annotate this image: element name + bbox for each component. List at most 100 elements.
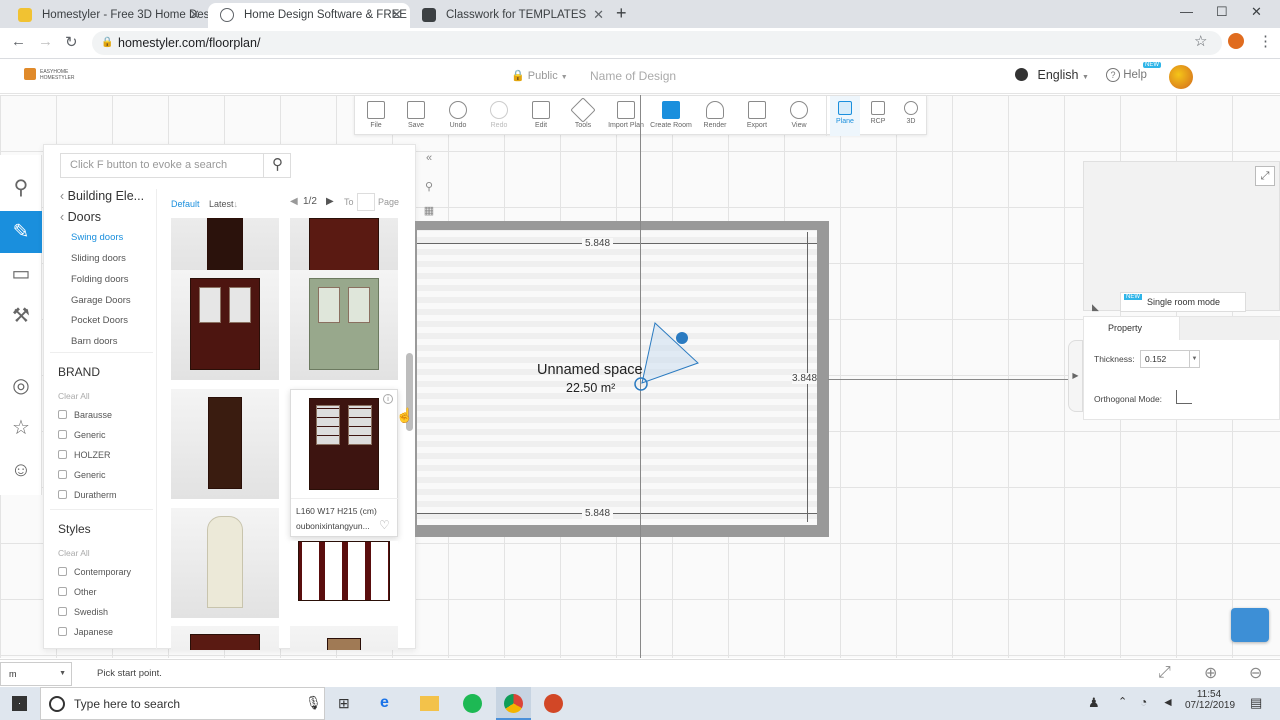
checkbox[interactable]	[58, 470, 67, 479]
chat-support-icon[interactable]	[1231, 608, 1269, 642]
expand-preview-icon[interactable]: ⤢	[1255, 166, 1275, 186]
tab-property[interactable]: Property	[1084, 317, 1180, 340]
subcategory-pocket-doors[interactable]: Pocket Doors	[71, 315, 128, 326]
edit-button[interactable]: Edit	[520, 96, 562, 136]
brand-checkbox[interactable]: Generic	[58, 430, 106, 440]
zoom-in-icon[interactable]: ⊕	[1204, 663, 1217, 683]
style-checkbox[interactable]: Swedish	[58, 607, 108, 617]
people-icon[interactable]: ♟	[1088, 695, 1100, 711]
browser-tab[interactable]: Homestyler - Free 3D Home Desi... ✕	[6, 3, 208, 28]
next-page-icon[interactable]: ▶	[326, 196, 334, 207]
bookmark-star-icon[interactable]: ☆	[1194, 32, 1207, 50]
brand-checkbox[interactable]: HOLZER	[58, 450, 111, 460]
show-hidden-icons-icon[interactable]: ⌃	[1118, 695, 1127, 708]
product-card[interactable]	[171, 218, 279, 278]
favorites-rail-button[interactable]: ☆	[0, 407, 42, 449]
browser-tab-active[interactable]: Home Design Software & FREE Fl... ✕	[208, 3, 410, 28]
close-tab-icon[interactable]: ✕	[593, 3, 604, 27]
account-rail-button[interactable]: ☺	[0, 449, 42, 491]
close-window-button[interactable]: ✕	[1251, 4, 1262, 20]
info-icon[interactable]: i	[383, 394, 393, 404]
subcategory-folding-doors[interactable]: Folding doors	[71, 274, 129, 285]
furniture-rail-button[interactable]: ▭	[0, 253, 42, 295]
favorite-heart-icon[interactable]: ♡	[379, 518, 390, 532]
prev-page-icon[interactable]: ◀	[290, 196, 298, 207]
sort-latest[interactable]: Latest↓	[209, 199, 238, 209]
import-plan-button[interactable]: Import Plan	[604, 96, 648, 136]
build-rail-button[interactable]: ✎	[0, 211, 42, 253]
checkbox[interactable]	[58, 430, 67, 439]
new-tab-button[interactable]: +	[616, 3, 627, 24]
brand-checkbox[interactable]: Barausse	[58, 410, 112, 420]
subcategory-barn-doors[interactable]: Barn doors	[71, 336, 117, 347]
product-card[interactable]	[171, 508, 279, 618]
sort-default[interactable]: Default	[171, 199, 200, 209]
breadcrumb-parent[interactable]: ‹ Building Ele...	[60, 189, 144, 203]
microphone-icon[interactable]: 🎙	[305, 695, 322, 711]
redo-button[interactable]: Redo	[478, 96, 520, 136]
file-explorer-icon[interactable]	[420, 696, 439, 711]
rcp-view-button[interactable]: RCP	[863, 96, 893, 136]
checkbox[interactable]	[58, 450, 67, 459]
product-card-hovered[interactable]: i L160 W17 H215 (cm) oubonixintangyun...…	[290, 389, 399, 537]
reload-icon[interactable]: ↻	[65, 33, 78, 51]
subcategory-sliding-doors[interactable]: Sliding doors	[71, 253, 126, 264]
browser-menu-icon[interactable]: ⋮	[1258, 32, 1273, 50]
brand-checkbox[interactable]: Generic	[58, 470, 106, 480]
collapse-property-icon[interactable]: ▶	[1068, 340, 1083, 412]
product-card[interactable]	[171, 626, 279, 650]
checkbox[interactable]	[58, 410, 67, 419]
edge-icon[interactable]: e	[380, 694, 389, 712]
notifications-icon[interactable]: ▤	[1250, 695, 1262, 711]
taskbar-search-box[interactable]: Type here to search 🎙	[40, 687, 325, 720]
catalog-search-input[interactable]: Click F button to evoke a search	[60, 153, 291, 178]
maximize-button[interactable]: ☐	[1216, 4, 1228, 20]
product-card[interactable]	[171, 389, 279, 499]
brand-checkbox[interactable]: Duratherm	[58, 490, 117, 500]
unit-selector[interactable]: m ▼	[0, 662, 72, 686]
fit-screen-icon[interactable]: ⤢	[1158, 664, 1171, 682]
camera-fov-icon[interactable]	[630, 318, 705, 398]
style-checkbox[interactable]: Contemporary	[58, 567, 131, 577]
zoom-out-icon[interactable]: ⊖	[1249, 663, 1262, 683]
spotify-icon[interactable]	[463, 694, 482, 713]
search-rail-button[interactable]: ⚲	[0, 167, 42, 209]
brand-clear-all[interactable]: Clear All	[58, 391, 90, 401]
design-name[interactable]: Name of Design	[590, 69, 676, 83]
compass-rail-button[interactable]: ◎	[0, 365, 42, 407]
page-number-input[interactable]	[357, 193, 375, 211]
powerpoint-icon[interactable]	[544, 694, 563, 713]
checkbox[interactable]	[58, 587, 67, 596]
forward-icon[interactable]: →	[38, 33, 53, 50]
url-bar[interactable]: 🔒 homestyler.com/floorplan/	[92, 31, 1222, 55]
undo-button[interactable]: Undo	[437, 96, 479, 136]
grid-view-icon[interactable]: ▦	[420, 204, 438, 222]
collapse-panel-icon[interactable]: «	[420, 152, 438, 170]
save-button[interactable]: Save	[395, 96, 437, 136]
3d-view-button[interactable]: 3D	[896, 96, 926, 136]
checkbox[interactable]	[58, 627, 67, 636]
profile-avatar-icon[interactable]	[1228, 33, 1244, 49]
volume-icon[interactable]: ◄	[1162, 695, 1174, 709]
tools-button[interactable]: Tools	[562, 96, 604, 136]
subcategory-swing-doors[interactable]: Swing doors	[71, 232, 123, 243]
style-checkbox[interactable]: Japanese	[58, 627, 113, 637]
thickness-input[interactable]: 0.152 ▼	[1140, 350, 1200, 368]
styles-clear-all[interactable]: Clear All	[58, 548, 90, 558]
windows-start-icon[interactable]	[12, 696, 27, 711]
checkbox[interactable]	[58, 490, 67, 499]
checkbox[interactable]	[58, 607, 67, 616]
chrome-taskbar-button[interactable]	[496, 687, 531, 720]
subcategory-garage-doors[interactable]: Garage Doors	[71, 295, 131, 306]
checkbox[interactable]	[58, 567, 67, 576]
collapse-arrow-icon[interactable]: ◣	[1092, 302, 1099, 313]
wifi-icon[interactable]: ◔	[1140, 695, 1147, 709]
homestyler-logo-icon[interactable]	[24, 68, 36, 80]
view-button[interactable]: View	[778, 96, 820, 136]
render-button[interactable]: Render	[694, 96, 736, 136]
style-checkbox[interactable]: Other	[58, 587, 97, 597]
product-card[interactable]	[290, 626, 398, 650]
user-avatar[interactable]	[1169, 65, 1193, 89]
export-button[interactable]: Export	[736, 96, 778, 136]
plane-view-button[interactable]: Plane	[830, 96, 860, 136]
